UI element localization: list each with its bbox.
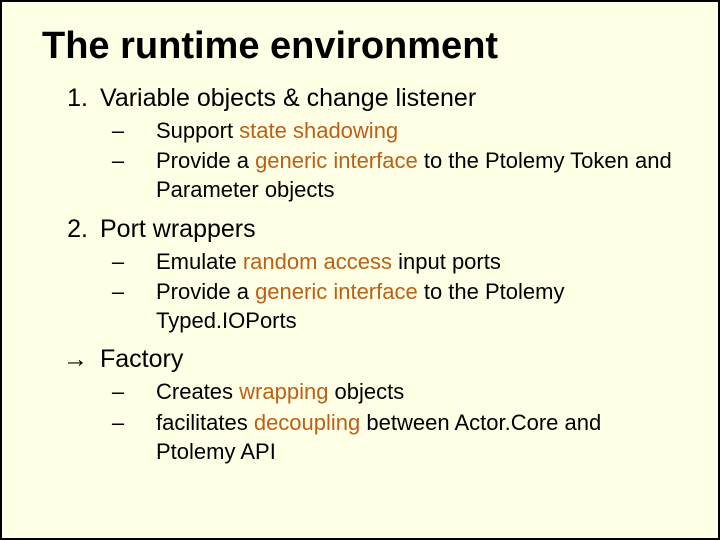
sub-text: Provide a generic interface to the Ptole… (156, 147, 682, 204)
list-item: → Factory – Creates wrapping objects – f… (42, 345, 682, 466)
sub-item: – facilitates decoupling between Actor.C… (42, 409, 682, 466)
list-item: 2. Port wrappers – Emulate random access… (42, 215, 682, 336)
sublist: – Support state shadowing – Provide a ge… (42, 117, 682, 205)
item-heading: Factory (100, 345, 682, 374)
slide: The runtime environment 1. Variable obje… (2, 2, 718, 538)
accent-text: random access (243, 249, 392, 274)
accent-text: decoupling (254, 410, 360, 435)
dash-icon: – (100, 278, 156, 307)
dash-icon: – (100, 248, 156, 277)
dash-icon: – (100, 409, 156, 438)
sub-item: – Provide a generic interface to the Pto… (42, 147, 682, 204)
item-number: 1. (42, 84, 100, 113)
sub-text: Provide a generic interface to the Ptole… (156, 278, 682, 335)
sub-text: Creates wrapping objects (156, 378, 682, 407)
arrow-icon: → (42, 345, 100, 374)
item-heading: Variable objects & change listener (100, 84, 682, 113)
sublist: – Emulate random access input ports – Pr… (42, 248, 682, 336)
sub-text: Emulate random access input ports (156, 248, 682, 277)
sub-text: Support state shadowing (156, 117, 682, 146)
accent-text: generic interface (255, 279, 418, 304)
slide-title: The runtime environment (42, 26, 682, 68)
list-item: 1. Variable objects & change listener – … (42, 84, 682, 205)
sub-item: – Creates wrapping objects (42, 378, 682, 407)
sub-item: – Emulate random access input ports (42, 248, 682, 277)
accent-text: wrapping (239, 379, 328, 404)
dash-icon: – (100, 378, 156, 407)
accent-text: state shadowing (239, 118, 398, 143)
item-number: 2. (42, 215, 100, 244)
sub-item: – Support state shadowing (42, 117, 682, 146)
sub-item: – Provide a generic interface to the Pto… (42, 278, 682, 335)
dash-icon: – (100, 117, 156, 146)
item-heading: Port wrappers (100, 215, 682, 244)
sublist: – Creates wrapping objects – facilitates… (42, 378, 682, 466)
dash-icon: – (100, 147, 156, 176)
sub-text: facilitates decoupling between Actor.Cor… (156, 409, 682, 466)
accent-text: generic interface (255, 148, 418, 173)
